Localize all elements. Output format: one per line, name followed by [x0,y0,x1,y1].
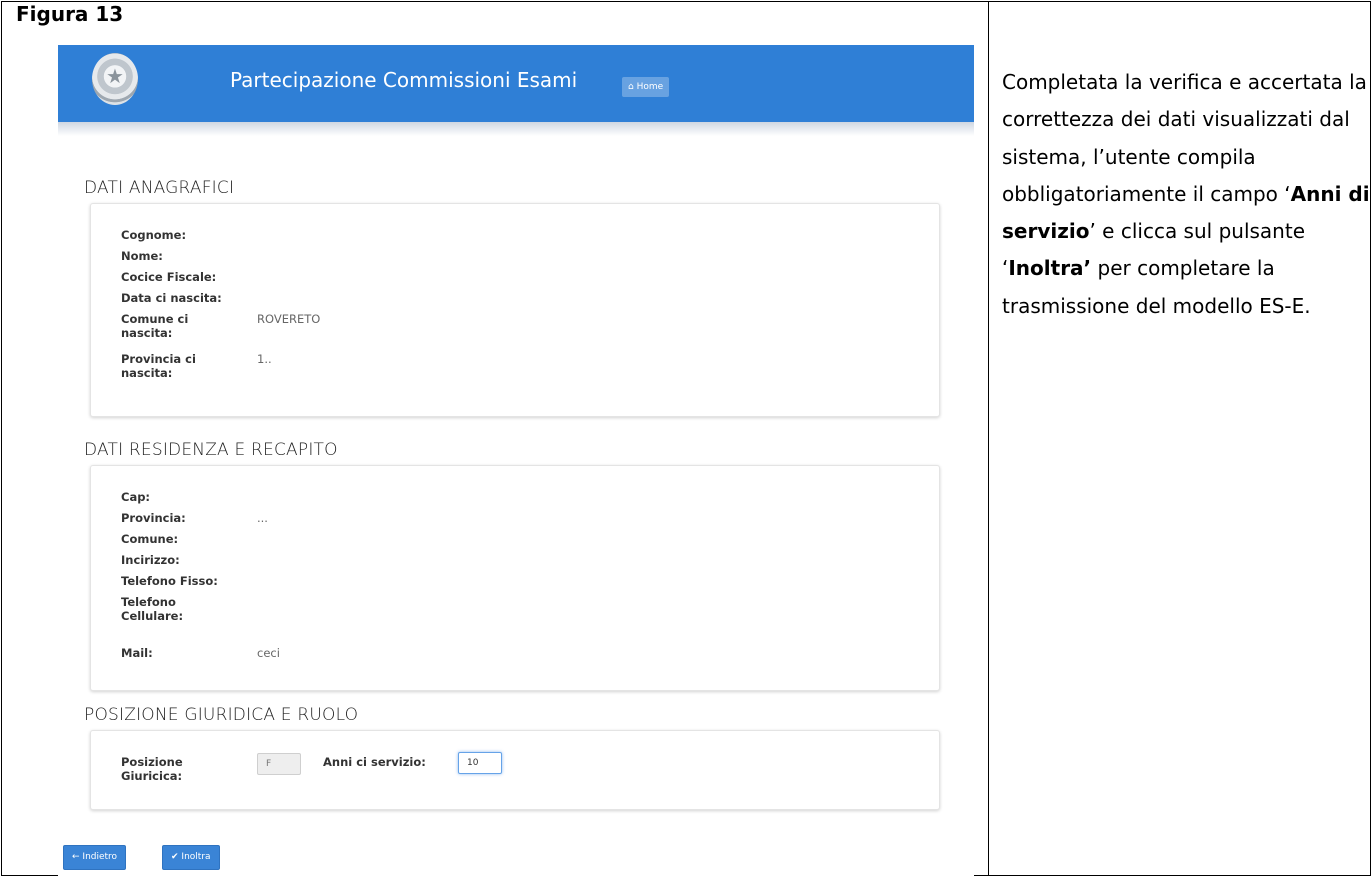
home-label: Home [636,82,664,92]
embedded-screenshot: Partecipazione Commissioni Esami ⌂ Home … [58,45,974,877]
label-comune: Comune: [121,532,179,546]
label-posizione-giuridica: Posizione Giuricica: [121,755,183,783]
label-comune-nascita: Comune ci nascita: [121,312,189,340]
value-provincia-nascita: 1.. [257,352,272,366]
label-anni-servizio: Anni ci servizio: [323,755,426,769]
section-title-anagrafici: DATI ANAGRAFICI [84,178,235,198]
document-table: Figura 13 Partecipazione Commissioni Esa… [1,1,1372,877]
label-telefono-fisso: Telefono Fisso: [121,574,218,588]
inoltra-button[interactable]: ✔ Inoltra [162,845,220,870]
home-button[interactable]: ⌂ Home [622,77,670,97]
header-shadow [58,122,974,136]
anni-servizio-input[interactable]: 10 [458,752,502,774]
figure-label: Figura 13 [16,2,124,26]
app-header: Partecipazione Commissioni Esami ⌂ Home [58,45,974,122]
posizione-giuridica-field: F [257,753,301,775]
panel-posizione: Posizione Giuricica: F Anni ci servizio:… [90,730,940,810]
republic-emblem-icon [92,53,138,105]
panel-residenza: Cap: Provincia: ... Comune: Incirizzo: T… [90,465,940,691]
label-mail: Mail: [121,646,153,660]
label-codice-fiscale: Cocice Fiscale: [121,270,217,284]
indietro-button[interactable]: ← Indietro [63,845,127,870]
arrow-left-icon: ← [72,852,80,862]
column-divider [988,2,989,875]
check-icon: ✔ [171,852,179,862]
value-provincia: ... [257,511,268,525]
label-data-nascita: Data ci nascita: [121,291,222,305]
inoltra-label: Inoltra [181,852,211,862]
label-cap: Cap: [121,490,151,504]
label-indirizzo: Incirizzo: [121,553,180,567]
home-icon: ⌂ [628,82,634,92]
instruction-bold-inoltra: Inoltra’ [1008,256,1092,281]
label-nome: Nome: [121,249,163,263]
value-comune-nascita: ROVERETO [257,312,321,326]
instruction-text: Completata la verifica e accertata la co… [1002,64,1372,325]
section-title-residenza: DATI RESIDENZA E RECAPITO [84,440,338,460]
indietro-label: Indietro [82,852,118,862]
label-provincia-nascita: Provincia ci nascita: [121,352,196,380]
label-telefono-cellulare: Telefono Cellulare: [121,595,184,623]
label-cognome: Cognome: [121,228,187,242]
label-provincia: Provincia: [121,511,186,525]
app-title: Partecipazione Commissioni Esami [230,68,578,92]
section-title-posizione: POSIZIONE GIURIDICA E RUOLO [84,705,359,725]
value-mail: ceci [257,646,280,660]
panel-anagrafici: Cognome: Nome: Cocice Fiscale: Data ci n… [90,203,940,417]
